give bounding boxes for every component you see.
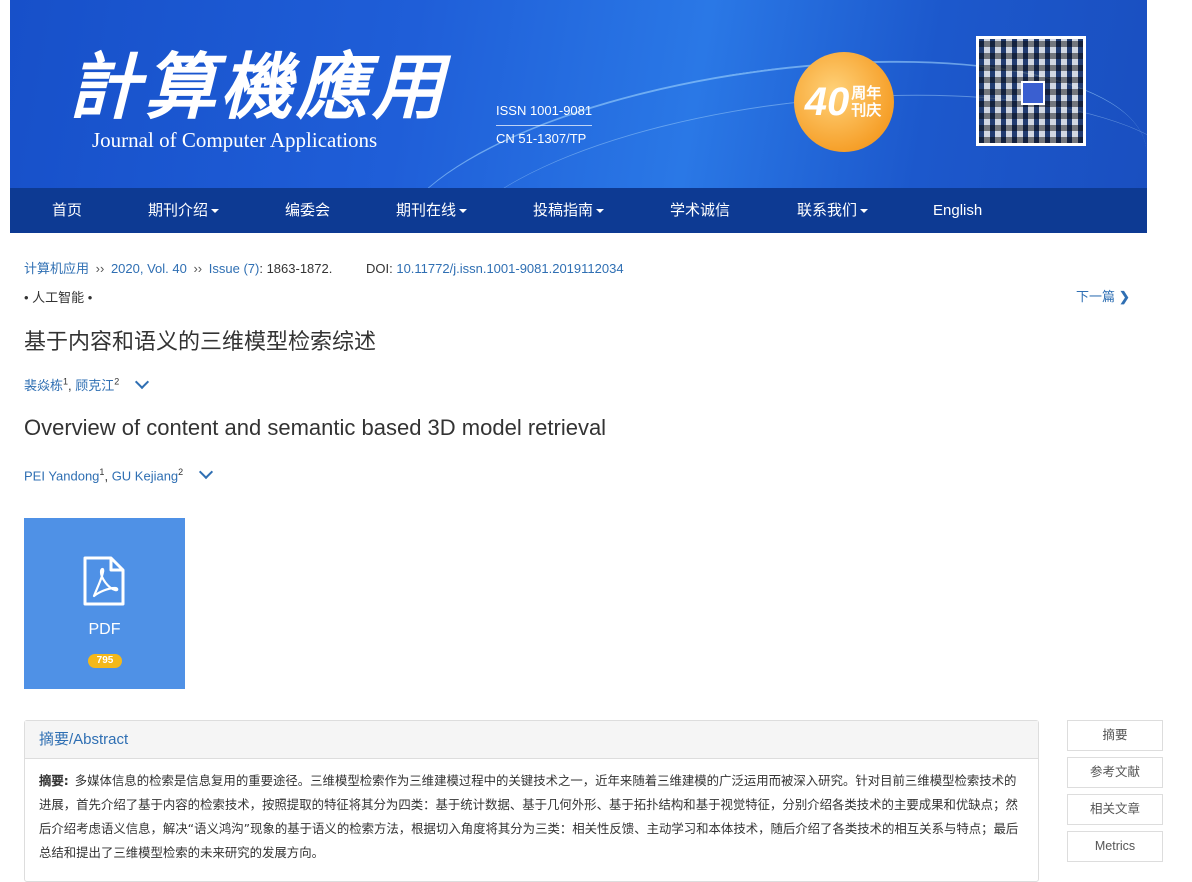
nav-editorial-board[interactable]: 编委会 <box>285 188 330 233</box>
side-nav-abstract[interactable]: 摘要 <box>1067 720 1163 751</box>
author-link[interactable]: 裴焱栋 <box>24 378 63 393</box>
header-banner: 計算機應用 Journal of Computer Applications I… <box>10 0 1147 188</box>
nav-academic-integrity[interactable]: 学术诚信 <box>670 188 730 233</box>
author-separator: , <box>104 468 109 484</box>
breadcrumb-separator: ›› <box>193 261 203 276</box>
issn-number: ISSN 1001-9081 <box>496 98 593 126</box>
chevron-down-icon[interactable] <box>134 374 150 390</box>
nav-submission-guide[interactable]: 投稿指南 <box>533 188 605 233</box>
cn-number: CN 51-1307/TP <box>496 131 587 146</box>
pdf-label: PDF <box>88 621 121 638</box>
article-title-cn: 基于内容和语义的三维模型检索综述 <box>24 330 377 355</box>
breadcrumb-issue-link[interactable]: Issue (7) <box>209 261 260 276</box>
author-link[interactable]: GU Kejiang <box>112 468 178 483</box>
authors-en: PEI Yandong1, GU Kejiang2 <box>24 465 213 484</box>
nav-journal-intro[interactable]: 期刊介绍 <box>148 188 220 233</box>
pdf-download-button[interactable]: PDF 795 <box>24 518 185 689</box>
chevron-down-icon[interactable] <box>198 465 213 480</box>
chevron-right-icon: ❯ <box>1119 289 1130 304</box>
author-link[interactable]: PEI Yandong <box>24 468 99 483</box>
caret-down-icon <box>211 209 220 214</box>
caret-down-icon <box>860 209 869 214</box>
nav-contact-us[interactable]: 联系我们 <box>797 188 869 233</box>
nav-english[interactable]: English <box>933 188 982 233</box>
pdf-file-icon <box>83 556 125 606</box>
abstract-heading[interactable]: 摘要/Abstract <box>25 721 1038 759</box>
authors-cn: 裴焱栋1, 顾克江2 <box>24 374 150 394</box>
affiliation-mark: 2 <box>178 467 184 477</box>
breadcrumb: 计算机应用 ›› 2020, Vol. 40 ›› Issue (7): 186… <box>24 258 624 277</box>
abstract-text: 多媒体信息的检索是信息复用的重要途径。三维模型检索作为三维建模过程中的关键技术之… <box>39 773 1019 860</box>
article-category: • 人工智能 • <box>24 290 93 305</box>
side-nav-references[interactable]: 参考文献 <box>1067 757 1163 788</box>
breadcrumb-separator: ›› <box>95 261 105 276</box>
journal-logo-en: Journal of Computer Applications <box>92 128 378 152</box>
qr-code-icon <box>976 36 1086 146</box>
journal-logo-cn[interactable]: 計算機應用 <box>68 28 448 133</box>
page-range: : 1863-1872. <box>259 261 333 276</box>
anniversary-text: 周年刊庆 <box>851 85 882 119</box>
nav-journal-online[interactable]: 期刊在线 <box>396 188 468 233</box>
breadcrumb-volume-link[interactable]: 2020, Vol. 40 <box>111 261 187 276</box>
affiliation-mark: 2 <box>114 376 120 387</box>
article-title-en: Overview of content and semantic based 3… <box>24 415 607 440</box>
qr-center-mark <box>1021 81 1045 105</box>
main-nav: 首页 期刊介绍 编委会 期刊在线 投稿指南 学术诚信 联系我们 English <box>10 188 1147 233</box>
breadcrumb-journal-link[interactable]: 计算机应用 <box>24 261 89 276</box>
side-nav-metrics[interactable]: Metrics <box>1067 831 1163 862</box>
caret-down-icon <box>596 209 605 214</box>
anniversary-badge: 40 周年刊庆 <box>794 52 894 152</box>
doi-link[interactable]: 10.11772/j.issn.1001-9081.2019112034 <box>396 261 623 276</box>
doi-label: DOI: <box>365 261 393 276</box>
next-article-link[interactable]: 下一篇 ❯ <box>1076 286 1130 305</box>
side-nav-related-articles[interactable]: 相关文章 <box>1067 794 1163 825</box>
author-separator: , <box>68 378 72 393</box>
caret-down-icon <box>459 209 468 214</box>
anniversary-number: 40 <box>804 79 850 124</box>
download-count-badge: 795 <box>88 654 122 668</box>
abstract-body: 摘要: 多媒体信息的检索是信息复用的重要途径。三维模型检索作为三维建模过程中的关键… <box>25 759 1038 865</box>
abstract-panel: 摘要/Abstract 摘要: 多媒体信息的检索是信息复用的重要途径。三维模型检索… <box>24 720 1039 882</box>
issn-block: ISSN 1001-9081 CN 51-1307/TP <box>496 98 593 152</box>
author-link[interactable]: 顾克江 <box>75 378 114 393</box>
nav-home[interactable]: 首页 <box>52 188 82 233</box>
abstract-lead-label: 摘要: <box>39 773 69 788</box>
